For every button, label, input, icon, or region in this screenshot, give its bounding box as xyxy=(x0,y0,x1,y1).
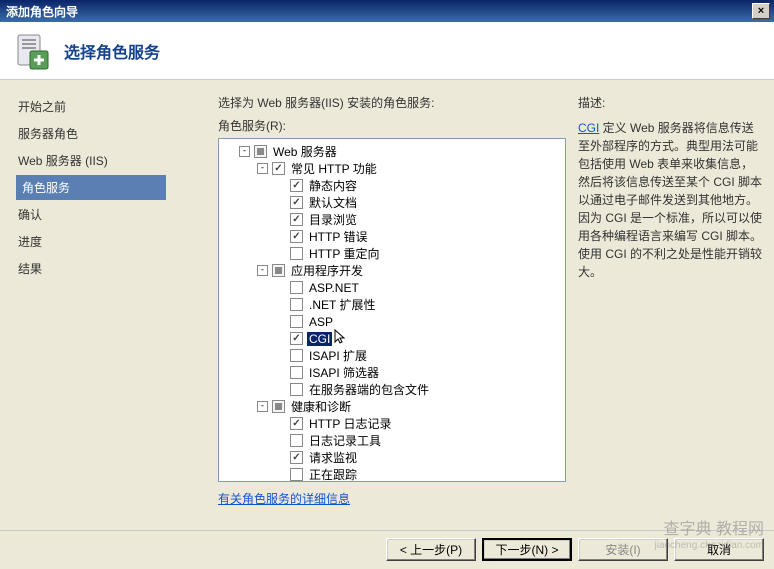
tree-node[interactable]: - 健康和诊断 xyxy=(221,398,563,415)
checkbox[interactable] xyxy=(290,349,303,362)
desc-text: CGI 定义 Web 服务器将信息传送至外部程序的方式。典型用法可能包括使用 W… xyxy=(578,119,764,281)
desc-title: 描述: xyxy=(578,94,764,111)
cursor-icon xyxy=(334,329,348,348)
tree-node-label[interactable]: 正在跟踪 xyxy=(307,466,359,482)
wizard-footer: < 上一步(P) 下一步(N) > 安装(I) 取消 xyxy=(0,530,774,568)
tree-node-label[interactable]: 健康和诊断 xyxy=(289,398,353,415)
tree-node[interactable]: ISAPI 筛选器 xyxy=(221,364,563,381)
tree-node[interactable]: CGI xyxy=(221,330,563,347)
tree-node-label[interactable]: ASP.NET xyxy=(307,281,361,295)
checkbox[interactable] xyxy=(290,298,303,311)
checkbox[interactable] xyxy=(272,400,285,413)
tree-node[interactable]: ISAPI 扩展 xyxy=(221,347,563,364)
cancel-button[interactable]: 取消 xyxy=(674,538,764,561)
close-button[interactable]: × xyxy=(752,3,770,19)
checkbox[interactable] xyxy=(290,366,303,379)
content-area: 开始之前服务器角色Web 服务器 (IIS)角色服务确认进度结果 选择为 Web… xyxy=(0,80,774,530)
checkbox[interactable] xyxy=(290,451,303,464)
tree-node[interactable]: 默认文档 xyxy=(221,194,563,211)
checkbox[interactable] xyxy=(290,315,303,328)
checkbox[interactable] xyxy=(290,281,303,294)
tree-node-label[interactable]: 请求监视 xyxy=(307,449,359,466)
checkbox[interactable] xyxy=(290,417,303,430)
more-info-link[interactable]: 有关角色服务的详细信息 xyxy=(218,490,566,507)
main-panel: 选择为 Web 服务器(IIS) 安装的角色服务: 角色服务(R): -Web … xyxy=(200,80,574,530)
wizard-header: 选择角色服务 xyxy=(0,22,774,80)
tree-node[interactable]: HTTP 日志记录 xyxy=(221,415,563,432)
header-icon xyxy=(12,31,52,71)
checkbox[interactable] xyxy=(272,264,285,277)
tree-node[interactable]: 日志记录工具 xyxy=(221,432,563,449)
tree-node-label[interactable]: 静态内容 xyxy=(307,177,359,194)
expand-icon[interactable]: - xyxy=(257,265,268,276)
sidebar-item[interactable]: 开始之前 xyxy=(16,94,200,119)
tree-node-label[interactable]: 日志记录工具 xyxy=(307,432,383,449)
tree-label: 角色服务(R): xyxy=(218,117,566,134)
tree-node[interactable]: 在服务器端的包含文件 xyxy=(221,381,563,398)
page-title: 选择角色服务 xyxy=(64,39,160,63)
tree-node[interactable]: ASP xyxy=(221,313,563,330)
checkbox[interactable] xyxy=(290,383,303,396)
tree-node-label[interactable]: HTTP 日志记录 xyxy=(307,415,393,432)
tree-node-label[interactable]: Web 服务器 xyxy=(271,143,339,160)
checkbox[interactable] xyxy=(290,247,303,260)
tree-node[interactable]: 目录浏览 xyxy=(221,211,563,228)
tree-node[interactable]: HTTP 错误 xyxy=(221,228,563,245)
title-bar: 添加角色向导 × xyxy=(0,0,774,22)
install-button: 安装(I) xyxy=(578,538,668,561)
tree-node[interactable]: HTTP 重定向 xyxy=(221,245,563,262)
prev-button[interactable]: < 上一步(P) xyxy=(386,538,476,561)
sidebar-item[interactable]: 结果 xyxy=(16,256,200,281)
tree-node[interactable]: 静态内容 xyxy=(221,177,563,194)
tree-node-label[interactable]: ASP xyxy=(307,315,335,329)
tree-node[interactable]: 正在跟踪 xyxy=(221,466,563,482)
tree-node-label[interactable]: .NET 扩展性 xyxy=(307,296,377,313)
next-button[interactable]: 下一步(N) > xyxy=(482,538,572,561)
tree-node[interactable]: 请求监视 xyxy=(221,449,563,466)
expand-icon[interactable]: - xyxy=(257,163,268,174)
checkbox[interactable] xyxy=(290,213,303,226)
tree-node[interactable]: - Web 服务器 xyxy=(221,143,563,160)
tree-node-label[interactable]: HTTP 重定向 xyxy=(307,245,381,262)
tree-node-label[interactable]: 常见 HTTP 功能 xyxy=(289,160,379,177)
sidebar-item[interactable]: 服务器角色 xyxy=(16,121,200,146)
tree-node-label[interactable]: 目录浏览 xyxy=(307,211,359,228)
tree-node[interactable]: - 常见 HTTP 功能 xyxy=(221,160,563,177)
tree-node-label[interactable]: CGI xyxy=(307,332,332,346)
sidebar-item[interactable]: Web 服务器 (IIS) xyxy=(16,148,200,173)
tree-node[interactable]: - 应用程序开发 xyxy=(221,262,563,279)
sidebar-item[interactable]: 角色服务 xyxy=(16,175,166,200)
checkbox[interactable] xyxy=(272,162,285,175)
tree-node[interactable]: .NET 扩展性 xyxy=(221,296,563,313)
prompt-label: 选择为 Web 服务器(IIS) 安装的角色服务: xyxy=(218,94,566,111)
tree-node-label[interactable]: 默认文档 xyxy=(307,194,359,211)
checkbox[interactable] xyxy=(290,230,303,243)
role-services-tree[interactable]: -Web 服务器-常见 HTTP 功能静态内容默认文档目录浏览HTTP 错误HT… xyxy=(218,138,566,482)
checkbox[interactable] xyxy=(290,332,303,345)
tree-node-label[interactable]: HTTP 错误 xyxy=(307,228,369,245)
tree-node-label[interactable]: ISAPI 筛选器 xyxy=(307,364,381,381)
tree-node-label[interactable]: 应用程序开发 xyxy=(289,262,365,279)
checkbox[interactable] xyxy=(290,434,303,447)
tree-node-label[interactable]: 在服务器端的包含文件 xyxy=(307,381,431,398)
checkbox[interactable] xyxy=(290,196,303,209)
expand-icon[interactable]: - xyxy=(257,401,268,412)
checkbox[interactable] xyxy=(254,145,267,158)
desc-link[interactable]: CGI xyxy=(578,121,599,135)
tree-node-label[interactable]: ISAPI 扩展 xyxy=(307,347,369,364)
sidebar-item[interactable]: 进度 xyxy=(16,229,200,254)
checkbox[interactable] xyxy=(290,179,303,192)
tree-node[interactable]: ASP.NET xyxy=(221,279,563,296)
expand-icon[interactable]: - xyxy=(239,146,250,157)
desc-body: 定义 Web 服务器将信息传送至外部程序的方式。典型用法可能包括使用 Web 表… xyxy=(578,121,762,279)
description-panel: 描述: CGI 定义 Web 服务器将信息传送至外部程序的方式。典型用法可能包括… xyxy=(574,80,774,530)
sidebar-item[interactable]: 确认 xyxy=(16,202,200,227)
window-title: 添加角色向导 xyxy=(4,3,752,20)
wizard-sidebar: 开始之前服务器角色Web 服务器 (IIS)角色服务确认进度结果 xyxy=(0,80,200,530)
checkbox[interactable] xyxy=(290,468,303,481)
